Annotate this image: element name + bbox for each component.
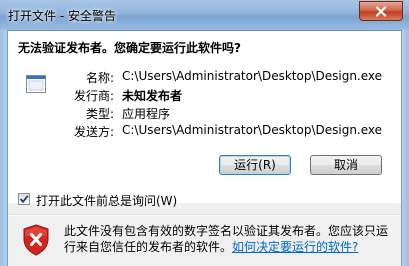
checkmark-icon [19, 195, 29, 204]
run-button[interactable]: 运行(R) [219, 155, 291, 175]
always-ask-label: 打开此文件前总是询问(W) [36, 194, 178, 208]
field-name-value: C:\Users\Administrator\Desktop\Design.ex… [122, 69, 383, 83]
application-file-icon [26, 75, 46, 93]
window-frame-left [0, 30, 8, 266]
dialog-info-panel: 无法验证发布者。您确定要运行此软件吗? 名称: C:\Users\Adminis… [8, 31, 401, 203]
field-type-label: 类型: [85, 107, 114, 121]
dialog-heading: 无法验证发布者。您确定要运行此软件吗? [18, 41, 241, 55]
security-shield-icon [23, 224, 49, 256]
title-bar: 打开文件 - 安全警告 [0, 0, 409, 31]
field-type-value: 应用程序 [122, 107, 171, 121]
warning-message: 此文件没有包含有效的数字签名以验证其发布者。您应该只运行来自您信任的发布者的软件… [64, 223, 396, 255]
window-frame-right [401, 30, 409, 266]
field-name-label: 名称: [85, 71, 114, 85]
cancel-button[interactable]: 取消 [310, 155, 382, 175]
separator [8, 214, 401, 216]
always-ask-checkbox[interactable] [18, 193, 30, 205]
field-from-value: C:\Users\Administrator\Desktop\Design.ex… [122, 123, 383, 137]
dialog-body: 无法验证发布者。您确定要运行此软件吗? 名称: C:\Users\Adminis… [8, 31, 401, 266]
close-icon [375, 5, 387, 17]
help-link[interactable]: 如何决定要运行的软件? [232, 240, 358, 254]
field-publisher-value: 未知发布者 [122, 89, 183, 103]
field-from-label: 发送方: [73, 125, 114, 139]
window-title: 打开文件 - 安全警告 [8, 9, 116, 23]
field-publisher-label: 发行商: [73, 89, 114, 103]
close-button[interactable] [359, 1, 403, 21]
